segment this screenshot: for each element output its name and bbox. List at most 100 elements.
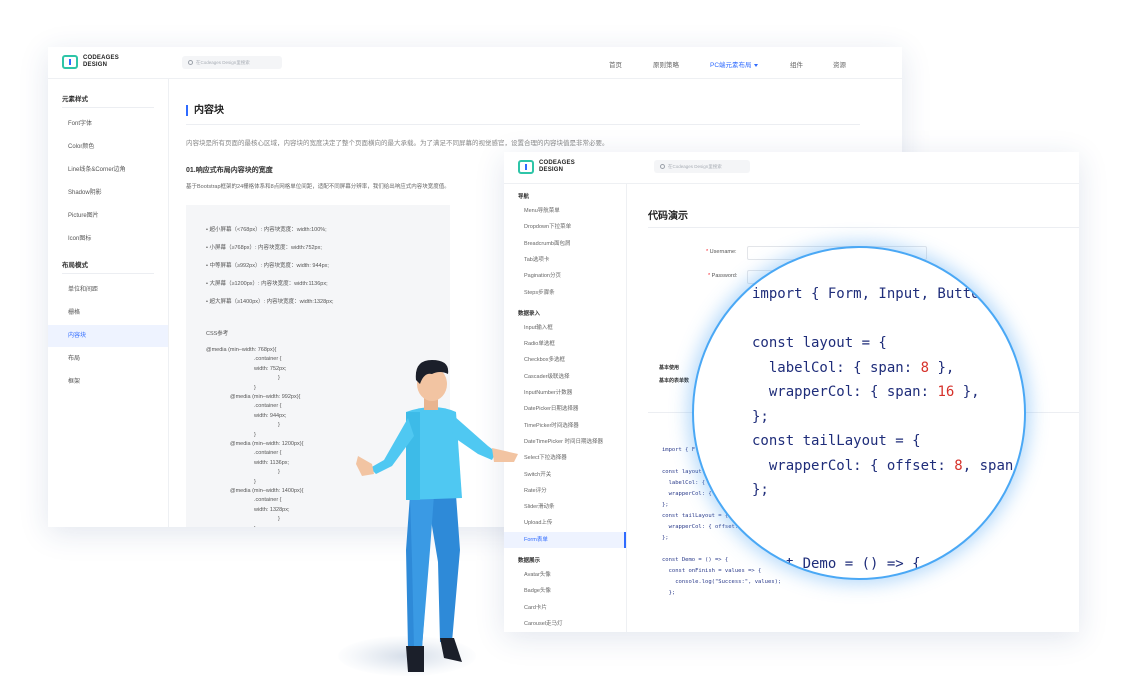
code-line: import { F — [662, 447, 696, 453]
sidebar: 元素样式 Font字体 Color颜色 Line线条&Corner边角 Shadow阴影… — [48, 79, 169, 527]
css-line: .container { — [254, 403, 282, 410]
logo-icon — [62, 55, 78, 69]
brand-logo[interactable]: CODEAGES DESIGN — [62, 55, 119, 69]
sidebar-item[interactable]: 单位和间距 — [48, 279, 168, 301]
css-line: @media (min–width: 1200px){ — [230, 441, 304, 447]
brand-line1: CODEAGES — [83, 55, 119, 61]
magnified-code-line: const tailLayout = { — [752, 433, 921, 449]
css-line: @media (min–width: 1400px){ — [230, 488, 304, 494]
search-input[interactable]: 在Codeages Design里搜索 — [654, 160, 750, 173]
css-line: width: 1328px; — [254, 506, 290, 513]
css-line: } — [254, 431, 256, 438]
right-hand — [492, 448, 518, 462]
sidebar-divider — [62, 107, 154, 108]
list-item: • 中等屏幕（≥992px）: 内容块宽度：width: 944px; — [206, 263, 329, 269]
code-line: const layout — [662, 469, 702, 475]
sidebar-item[interactable]: Pagination分页 — [504, 268, 626, 284]
css-line: } — [278, 375, 280, 382]
list-item: • 大屏幕（≥1200px）: 内容块宽度：width:1136px; — [206, 281, 328, 287]
code-line: labelCol: { — [662, 480, 706, 486]
sidebar-item[interactable]: Steps步骤条 — [504, 285, 626, 301]
sidebar-group-title: 数据录入 — [518, 310, 541, 317]
code-line: wrapperCol: { — [662, 491, 712, 497]
chevron-down-icon — [753, 63, 758, 67]
css-line: width: 1136px; — [254, 459, 290, 466]
person-illustration — [356, 360, 518, 672]
sidebar-item[interactable]: Color颜色 — [48, 136, 168, 158]
sidebar-item[interactable]: 栅格 — [48, 302, 168, 324]
code-line: const tailLayout = { — [662, 513, 729, 519]
list-item: • 小屏幕（≥768px）: 内容块宽度：width:752px; — [206, 245, 322, 251]
sidebar-item[interactable]: 内容块 — [48, 325, 168, 347]
sidebar-item[interactable]: Picture图片 — [48, 205, 168, 227]
code-line: }; — [662, 502, 669, 508]
css-line: } — [278, 516, 280, 523]
sidebar-item[interactable]: 布局 — [48, 348, 168, 370]
css-line: width: 944px; — [254, 412, 287, 419]
intro-text: 内容块是所有页面的最核心区域，内容块的宽度决定了整个页面横向的最大承载。为了满足… — [186, 140, 609, 147]
css-line: } — [278, 422, 280, 429]
nav-home[interactable]: 首页 — [609, 59, 622, 69]
search-input[interactable]: 在Codeages Design里搜索 — [182, 56, 282, 69]
css-line: } — [254, 384, 256, 391]
magnifier-lens: import { Form, Input, Button, const layou… — [692, 246, 1026, 580]
sidebar-item[interactable]: Input输入框 — [504, 320, 626, 336]
brand-line2: DESIGN — [539, 167, 564, 173]
left-shoe — [406, 646, 424, 672]
basic-usage-title: 基本使用 — [659, 365, 680, 371]
css-line: width: 752px; — [254, 365, 287, 372]
css-title: CSS参考 — [206, 331, 229, 337]
magnified-code-line: const Demo = () => { — [752, 555, 921, 572]
basic-form-desc: 基本的表单数 — [659, 378, 690, 384]
left-hand — [356, 456, 374, 476]
sidebar-item[interactable]: Menu导航菜单 — [504, 203, 626, 219]
sidebar-group-title: 导航 — [518, 194, 530, 200]
sidebar-item[interactable]: Tab选项卡 — [504, 252, 626, 268]
list-item: • 超小屏幕（<768px）: 内容块宽度：width:100%; — [206, 227, 327, 233]
list-item: • 超大屏幕（≥1400px）: 内容块宽度：width:1328px; — [206, 299, 334, 305]
css-line: } — [254, 526, 256, 527]
sidebar-item[interactable]: Shadow阴影 — [48, 182, 168, 204]
css-line: } — [278, 469, 280, 476]
brand-line1: CODEAGES — [539, 160, 575, 166]
sidebar-divider — [62, 273, 154, 274]
css-line: .container { — [254, 497, 282, 504]
magnified-code-line: const layout = { — [752, 335, 887, 351]
top-bar: CODEAGES DESIGN 在Codeages Design里搜索 首页 原则… — [48, 47, 902, 79]
sidebar-item[interactable]: 框架 — [48, 371, 168, 393]
search-icon — [188, 60, 193, 65]
sidebar-item[interactable]: Font字体 — [48, 113, 168, 135]
magnified-code-line: }; — [752, 408, 769, 425]
nav-pc-layout[interactable]: PC端元素布局 — [710, 59, 758, 69]
nav-resources[interactable]: 资源 — [833, 59, 846, 69]
divider — [648, 227, 1079, 228]
css-line: .container { — [254, 450, 282, 457]
nav-principles[interactable]: 原则策略 — [653, 59, 679, 69]
section-desc: 基于Bootstrap框架的24栅格体系和8点网格单位间距，适配不同屏幕分辨率，… — [186, 184, 450, 190]
css-line: @media (min–width: 992px){ — [230, 394, 301, 400]
sidebar-item[interactable]: Icon图标 — [48, 228, 168, 250]
brand-logo[interactable]: CODEAGES DESIGN — [518, 160, 575, 174]
password-label: * Password: — [708, 273, 738, 279]
css-line: @media (min–width: 768px){ — [206, 347, 277, 353]
code-line: const onFinish = values => { — [662, 568, 762, 574]
magnified-code-line: import { Form, Input, Button, — [752, 286, 997, 302]
code-line: }; — [662, 590, 676, 596]
css-line: .container { — [254, 356, 282, 363]
divider — [186, 124, 860, 125]
logo-icon — [518, 160, 534, 174]
code-line: console.log("Success:", values); — [662, 579, 782, 585]
section-title: 01.响应式布局内容块的宽度 — [186, 167, 273, 174]
sidebar-item[interactable]: Line线条&Corner边角 — [48, 159, 168, 181]
code-line: }; — [662, 535, 669, 541]
username-label: * Username: — [706, 249, 737, 255]
search-icon — [660, 164, 665, 169]
top-bar: CODEAGES DESIGN 在Codeages Design里搜索 — [504, 152, 1079, 184]
brand-line2: DESIGN — [83, 62, 108, 68]
right-shoe — [440, 638, 462, 662]
page-title: 内容块 — [186, 105, 224, 116]
sidebar-item[interactable]: Dropdown下拉菜单 — [504, 219, 626, 235]
sidebar-item[interactable]: Breadcrumb面包屑 — [504, 236, 626, 252]
css-line: } — [254, 478, 256, 485]
nav-components[interactable]: 组件 — [790, 59, 803, 69]
